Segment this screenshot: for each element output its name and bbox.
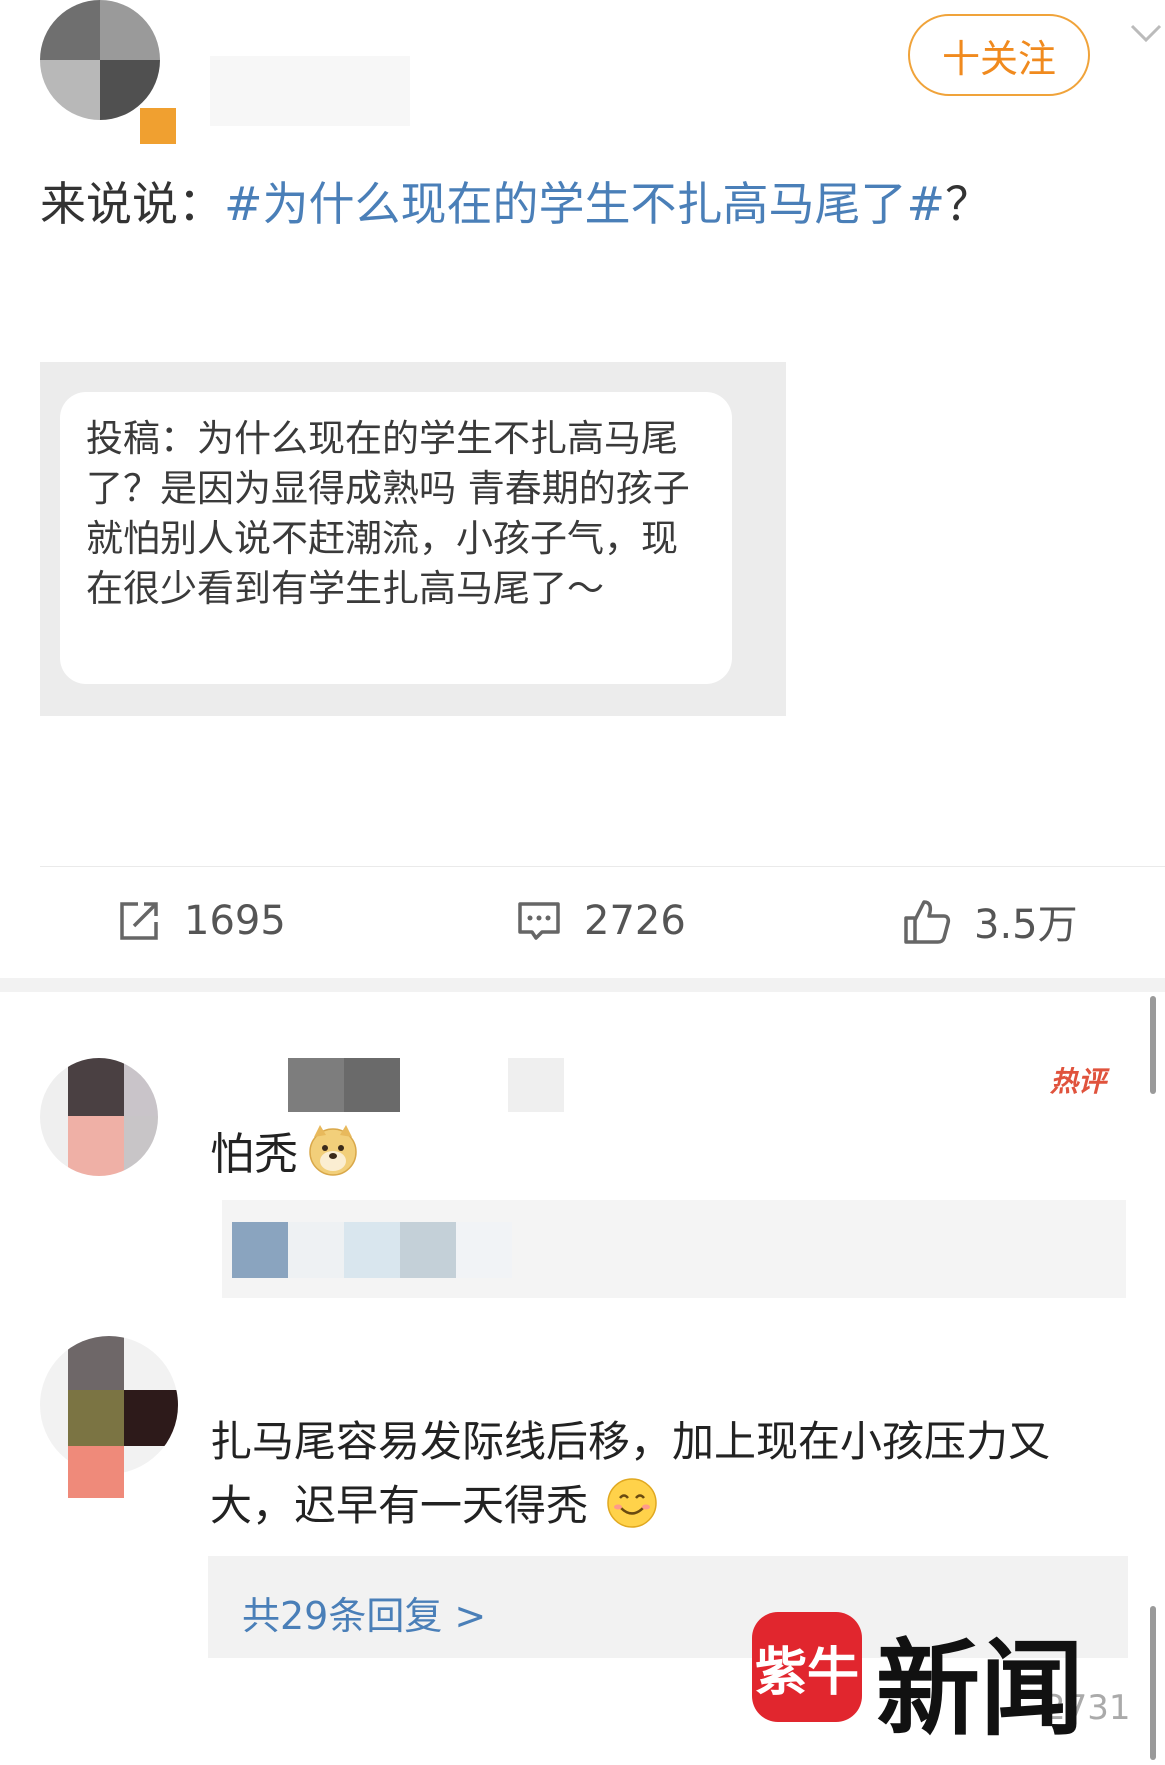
section-separator [0, 978, 1165, 992]
reply-preview-mosaic [232, 1222, 532, 1278]
thumbs-up-icon [904, 900, 951, 944]
logo-mark: 紫牛 [752, 1612, 862, 1722]
comment-body: 怕秃 [210, 1129, 298, 1180]
scrollbar-top[interactable] [1150, 996, 1156, 1094]
commenter-avatar-2-lower [68, 1446, 124, 1498]
like-button[interactable]: 3.5万 [902, 896, 1078, 948]
comment-text: 怕秃 [210, 1118, 360, 1182]
repost-button[interactable]: 1695 [116, 896, 286, 946]
smile-emoji-icon [607, 1478, 658, 1528]
follow-button[interactable]: 十关注 [908, 14, 1090, 96]
comment-text-2: 扎马尾容易发际线后移，加上现在小孩压力又大，迟早有一天得秃 [210, 1410, 1130, 1538]
divider [40, 866, 1165, 867]
avatar-badge [140, 108, 176, 144]
repost-icon [120, 902, 158, 940]
author-name-blurred [210, 56, 410, 126]
like-count: 3.5万 [974, 902, 1078, 948]
logo-brand-text: 新闻 [876, 1627, 1085, 1750]
comment-button[interactable]: 2726 [516, 896, 686, 946]
author-avatar[interactable] [40, 0, 160, 120]
scrollbar-bottom[interactable] [1150, 1606, 1156, 1760]
view-replies-link[interactable]: 共29条回复 > [242, 1585, 486, 1640]
quote-bubble: 投稿：为什么现在的学生不扎高马尾了？是因为显得成熟吗 青春期的孩子就怕别人说不赶… [60, 392, 732, 684]
comment-icon [518, 902, 560, 940]
post-text-suffix: ？ [945, 177, 992, 231]
chevron-down-icon[interactable] [1128, 14, 1164, 50]
commenter-name-blurred [210, 1058, 620, 1112]
doge-emoji-icon [309, 1125, 357, 1176]
hot-comment-badge: 热评 [1050, 1065, 1107, 1098]
post-text: 来说说：#为什么现在的学生不扎高马尾了#？ [40, 168, 991, 234]
comment-count: 2726 [584, 898, 686, 944]
hashtag-link[interactable]: #为什么现在的学生不扎高马尾了# [224, 177, 945, 231]
repost-count: 1695 [184, 898, 286, 944]
commenter-avatar[interactable] [40, 1058, 158, 1176]
post-text-prefix: 来说说： [40, 177, 224, 231]
